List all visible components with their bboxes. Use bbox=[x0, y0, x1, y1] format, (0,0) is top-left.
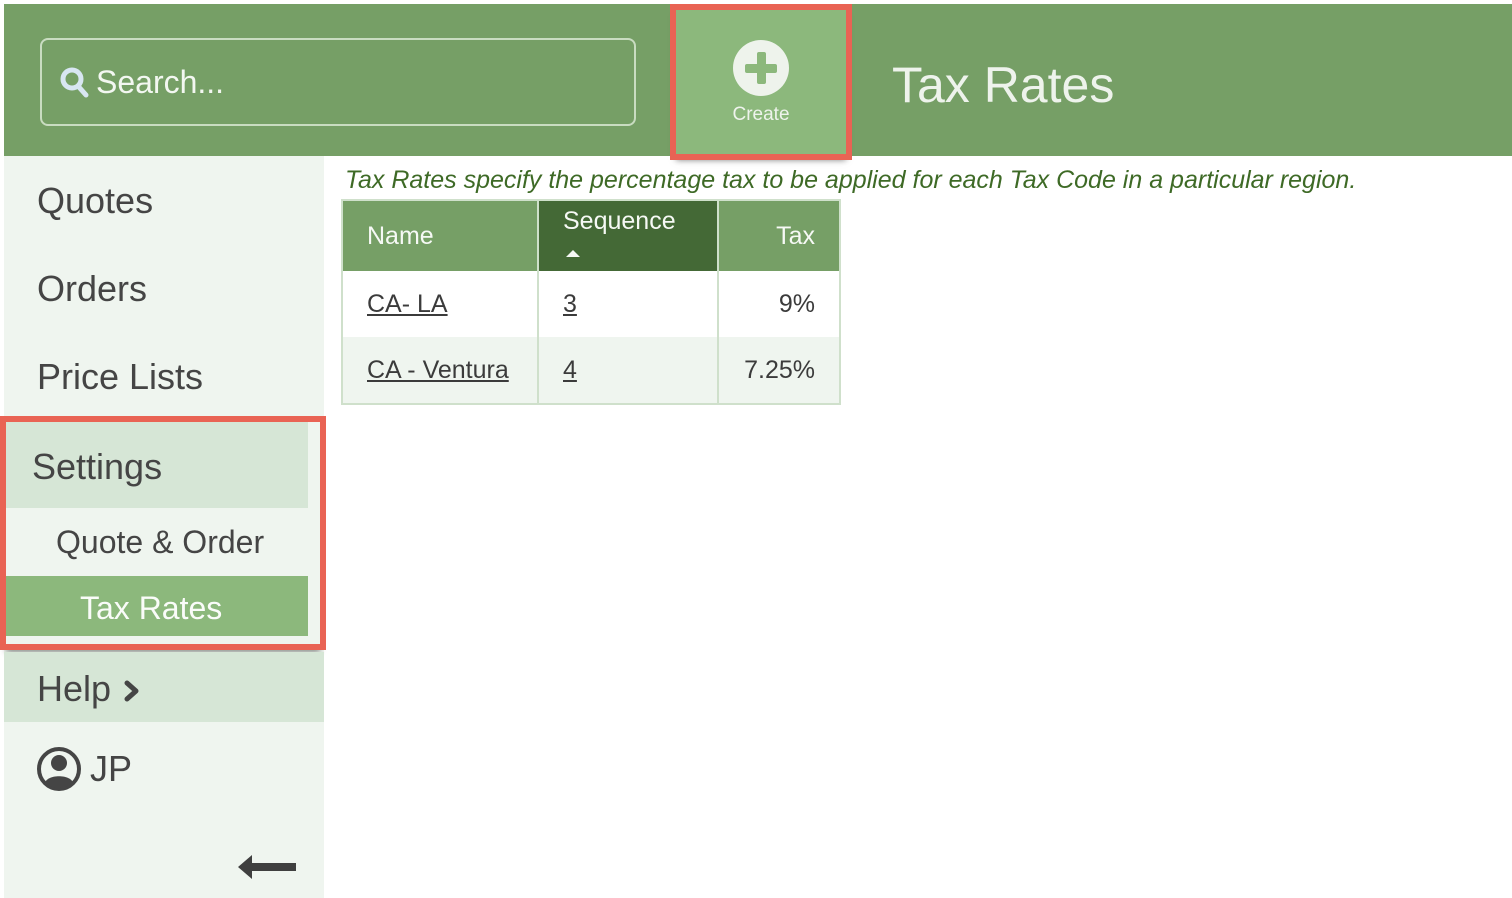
row-sequence-link[interactable]: 3 bbox=[563, 290, 577, 318]
row-name-link[interactable]: CA- LA bbox=[367, 290, 448, 318]
sidebar-item-quotes[interactable]: Quotes bbox=[4, 180, 324, 222]
search-placeholder: Search... bbox=[96, 63, 225, 100]
sidebar-subitem-tax-rates[interactable]: Tax Rates bbox=[6, 576, 308, 636]
column-header-sequence[interactable]: Sequence bbox=[538, 200, 719, 271]
quote-order-label: Quote & Order bbox=[56, 524, 265, 560]
user-menu[interactable]: JP bbox=[36, 746, 132, 792]
help-label: Help bbox=[37, 668, 112, 709]
sort-ascending-icon bbox=[566, 250, 580, 257]
user-circle-icon bbox=[37, 747, 81, 791]
table-row: CA- LA 3 9% bbox=[342, 271, 840, 337]
settings-group: Settings Quote & Order Tax Rates bbox=[6, 422, 320, 644]
column-header-tax[interactable]: Tax bbox=[718, 200, 840, 271]
tax-header-label: Tax bbox=[776, 221, 815, 250]
create-button[interactable]: Create bbox=[676, 10, 846, 154]
user-initials: JP bbox=[90, 748, 133, 789]
sidebar-item-orders[interactable]: Orders bbox=[4, 268, 324, 310]
row-name-link[interactable]: CA - Ventura bbox=[367, 356, 509, 384]
page-title: Tax Rates bbox=[892, 57, 1115, 113]
table-row: CA - Ventura 4 7.25% bbox=[342, 337, 840, 404]
row-tax-value: 9% bbox=[778, 289, 815, 318]
name-header-label: Name bbox=[367, 221, 434, 250]
page-description: Tax Rates specify the percentage tax to … bbox=[345, 166, 1357, 194]
sequence-header-label: Sequence bbox=[563, 207, 676, 235]
row-tax-value: 7.25% bbox=[718, 337, 840, 404]
sidebar-item-settings[interactable]: Settings bbox=[6, 422, 308, 508]
search-icon bbox=[60, 67, 89, 98]
settings-label: Settings bbox=[32, 446, 163, 487]
plus-circle-icon bbox=[733, 40, 789, 96]
row-sequence-link[interactable]: 4 bbox=[563, 356, 577, 384]
tax-rates-table: Name Sequence Tax CA- LA 3 9% CA - Ventu… bbox=[341, 199, 841, 405]
sidebar-item-help[interactable]: Help bbox=[4, 652, 324, 722]
chevron-right-icon bbox=[124, 680, 139, 702]
search-input[interactable]: Search... bbox=[40, 38, 636, 126]
create-label: Create bbox=[732, 104, 790, 125]
sidebar-subitem-quote-order[interactable]: Quote & Order bbox=[6, 508, 308, 576]
tax-rates-label: Tax Rates bbox=[80, 590, 223, 626]
collapse-sidebar-arrow-icon[interactable] bbox=[236, 852, 298, 882]
sidebar-item-price-lists[interactable]: Price Lists bbox=[4, 356, 324, 398]
column-header-name[interactable]: Name bbox=[342, 200, 539, 271]
